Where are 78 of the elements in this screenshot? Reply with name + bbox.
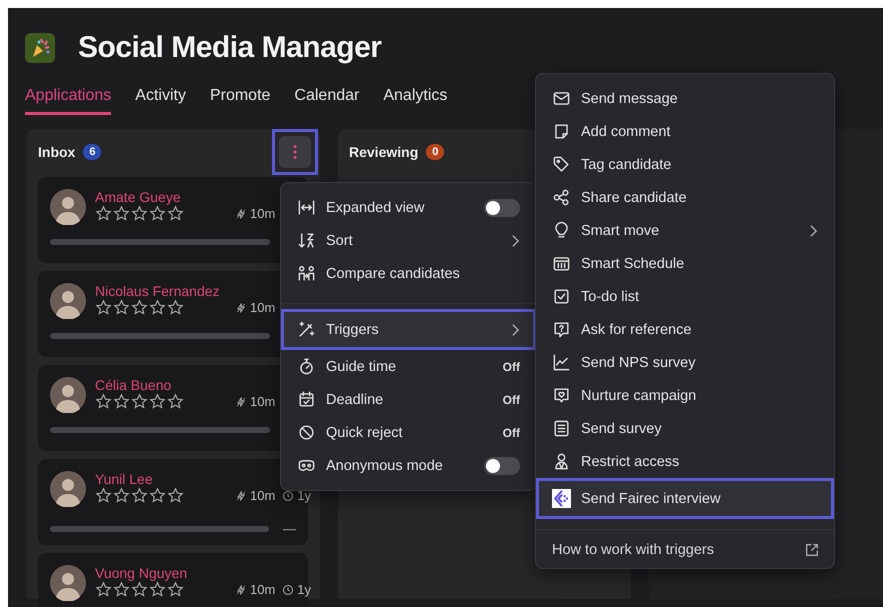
envelope-icon xyxy=(552,89,571,108)
people-icon xyxy=(297,264,316,283)
avatar-silhouette xyxy=(50,283,86,319)
menu-item[interactable]: Nurture campaign xyxy=(536,379,834,412)
more-options-button[interactable] xyxy=(279,136,311,168)
magic-wand-icon xyxy=(297,320,316,339)
clock-icon xyxy=(282,490,294,502)
status-label: Off xyxy=(502,426,520,440)
status-dash: — xyxy=(283,521,296,536)
menu-item[interactable]: Tag candidate xyxy=(536,148,834,181)
elapsed-time: 10m xyxy=(250,582,276,597)
nav-tab[interactable]: Calendar xyxy=(294,87,360,115)
checkbox-icon xyxy=(552,287,571,306)
bolt-icon xyxy=(235,490,247,502)
party-popper-logo xyxy=(25,33,55,63)
avatar-silhouette xyxy=(50,189,86,225)
note-icon xyxy=(552,122,571,141)
column-title: Inbox xyxy=(38,144,76,160)
help-link[interactable]: How to work with triggers xyxy=(552,542,714,558)
nav-tab[interactable]: Activity xyxy=(135,87,186,115)
menu-item[interactable]: Share candidate xyxy=(536,181,834,214)
sort-icon xyxy=(297,231,316,250)
star-rating[interactable] xyxy=(95,581,184,598)
star-rating[interactable] xyxy=(95,299,184,316)
elapsed-time: 10m xyxy=(250,206,276,221)
menu-item[interactable]: Triggers xyxy=(281,309,536,350)
elapsed-time: 10m xyxy=(250,488,276,503)
avatar-silhouette xyxy=(50,565,86,601)
menu-item[interactable]: Smart Schedule xyxy=(536,247,834,280)
menu-item[interactable]: Restrict access xyxy=(536,445,834,478)
status-label: Off xyxy=(502,392,520,406)
chevron-right-icon xyxy=(511,234,520,248)
block-icon xyxy=(297,423,316,442)
nav-tab[interactable]: Applications xyxy=(25,87,112,115)
calendar-grid-icon xyxy=(552,254,571,273)
bolt-icon xyxy=(235,396,247,408)
calendar-check-icon xyxy=(297,390,316,409)
chevron-logo-icon xyxy=(552,489,571,508)
tag-icon xyxy=(552,155,571,174)
list-icon xyxy=(552,419,571,438)
expand-arrows-icon xyxy=(297,198,316,217)
toggle-switch[interactable] xyxy=(484,198,520,216)
menu-item[interactable]: Send survey xyxy=(536,412,834,445)
star-rating[interactable] xyxy=(95,487,184,504)
kebab-icon xyxy=(293,144,297,160)
question-bubble-icon xyxy=(552,320,571,339)
bolt-icon xyxy=(235,302,247,314)
menu-item[interactable]: Send Fairec interview xyxy=(536,478,834,519)
menu-item[interactable]: Add comment xyxy=(536,115,834,148)
menu-item[interactable]: Send NPS survey xyxy=(536,346,834,379)
candidate-card[interactable]: Amate Gueye 10m xyxy=(38,177,308,263)
external-link-icon xyxy=(804,542,820,558)
column-title: Reviewing xyxy=(349,144,418,160)
count-badge: 6 xyxy=(83,144,102,160)
nav-tab[interactable]: Analytics xyxy=(383,87,448,115)
elapsed-time: 10m xyxy=(250,394,276,409)
clock-icon xyxy=(282,584,294,596)
avatar-silhouette xyxy=(50,377,86,413)
status-label: Off xyxy=(502,360,520,374)
heart-bubble-icon xyxy=(552,386,571,405)
line-chart-icon xyxy=(552,353,571,372)
toggle-switch[interactable] xyxy=(484,456,520,474)
star-rating[interactable] xyxy=(95,205,184,222)
elapsed-time: 10m xyxy=(250,300,276,315)
nav-tab[interactable]: Promote xyxy=(210,87,270,115)
app-title: Social Media Manager xyxy=(78,31,382,65)
menu-item[interactable]: Send message xyxy=(536,82,834,115)
chevron-right-icon xyxy=(511,322,520,336)
avatar-silhouette xyxy=(50,471,86,507)
count-badge: 0 xyxy=(426,144,444,160)
bolt-icon xyxy=(235,584,247,596)
share-icon xyxy=(552,188,571,207)
chevron-right-icon xyxy=(809,224,818,238)
star-rating[interactable] xyxy=(95,393,184,410)
menu-item[interactable]: To-do list xyxy=(536,280,834,313)
menu-item[interactable]: Smart move xyxy=(536,214,834,247)
bolt-icon xyxy=(235,208,247,220)
menu-item[interactable]: Ask for reference xyxy=(536,313,834,346)
